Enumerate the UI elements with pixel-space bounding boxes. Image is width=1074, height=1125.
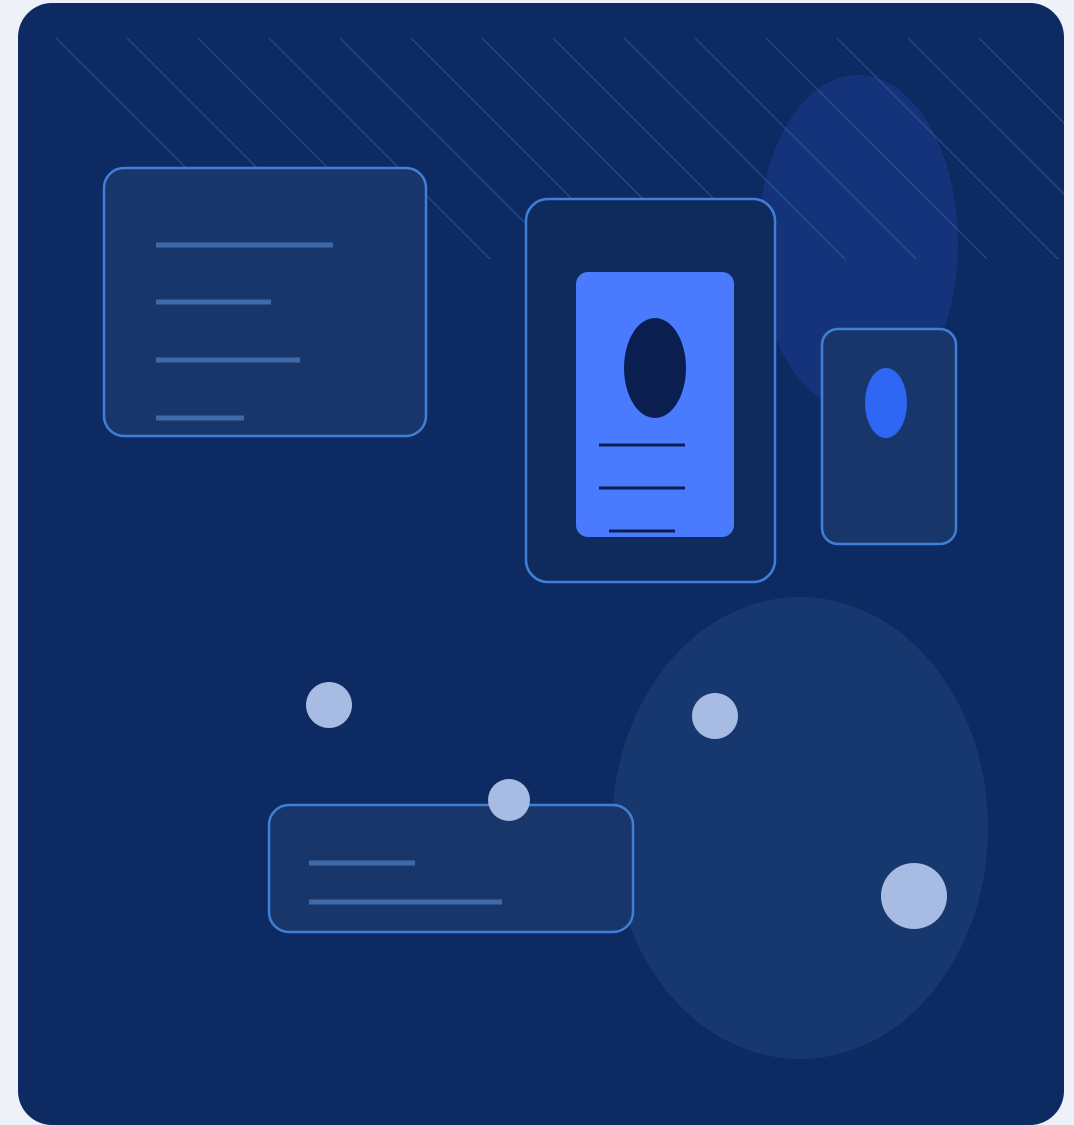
document-card-icon bbox=[102, 166, 428, 438]
phone-icon bbox=[524, 197, 777, 584]
dot-icon bbox=[881, 863, 947, 929]
dot-icon bbox=[692, 693, 738, 739]
background-blob bbox=[612, 597, 988, 1059]
profile-screen-icon bbox=[576, 272, 734, 537]
small-avatar-icon bbox=[865, 368, 907, 438]
message-card-icon bbox=[267, 803, 635, 934]
devices-illustration bbox=[18, 3, 1064, 1125]
avatar-icon bbox=[624, 318, 686, 418]
illustration-stage bbox=[0, 0, 1074, 1125]
dot-icon bbox=[306, 682, 352, 728]
small-phone-icon bbox=[820, 327, 958, 546]
dot-icon bbox=[488, 779, 530, 821]
